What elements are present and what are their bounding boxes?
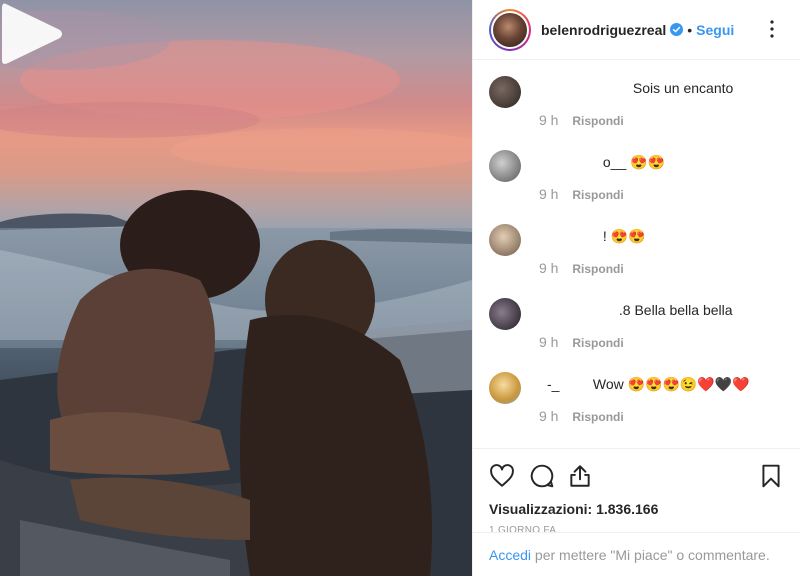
reply-button[interactable]: Rispondi: [572, 114, 623, 128]
profile-avatar[interactable]: [489, 8, 531, 51]
header-separator: •: [687, 21, 693, 38]
comment-avatar[interactable]: [489, 298, 521, 330]
username-link[interactable]: belenrodriguezreal: [541, 22, 666, 38]
comment-meta: 9 h Rispondi: [539, 260, 624, 276]
comment-avatar[interactable]: [489, 76, 521, 108]
login-prompt: Accedi per mettere "Mi piace" o commenta…: [473, 532, 800, 576]
comment-item: -_ Wow 😍😍😍😉❤️🖤❤️ 9 h Rispondi: [473, 370, 800, 444]
comment-meta: 9 h Rispondi: [539, 112, 624, 128]
post-header: belenrodriguezreal • Segui: [473, 0, 800, 60]
more-options-icon[interactable]: [760, 17, 784, 41]
reply-button[interactable]: Rispondi: [572, 188, 623, 202]
comment-item: .8 Bella bella bella 9 h Rispondi: [473, 296, 800, 370]
login-prompt-text: per mettere "Mi piace" o commentare.: [531, 547, 770, 563]
video-frame: [0, 10, 472, 576]
reply-button[interactable]: Rispondi: [572, 410, 623, 424]
avatar-border: [491, 10, 529, 49]
comment-meta: 9 h Rispondi: [539, 408, 624, 424]
comment-meta: 9 h Rispondi: [539, 186, 624, 202]
comment-body: .8 Bella bella bella: [618, 302, 733, 318]
comments-list[interactable]: Sois un encanto 9 h Rispondi o__ 😍😍 9 h …: [473, 60, 800, 448]
comment-time: 9 h: [539, 260, 559, 276]
avatar-photo: [493, 12, 527, 47]
bookmark-icon[interactable]: [758, 463, 784, 489]
comment-time: 9 h: [539, 112, 559, 128]
comment-body: ! 😍😍: [602, 228, 646, 244]
action-icons-row: [489, 459, 784, 491]
comment-time: 9 h: [539, 334, 559, 350]
comment-avatar[interactable]: [489, 224, 521, 256]
comment-avatar[interactable]: [489, 150, 521, 182]
comment-username[interactable]: -_: [529, 376, 589, 392]
follow-button[interactable]: Segui: [696, 22, 734, 38]
login-link[interactable]: Accedi: [489, 547, 531, 563]
comment-time: 9 h: [539, 408, 559, 424]
comment-text-row: ! 😍😍: [529, 228, 779, 245]
comment-body: Wow 😍😍😍😉❤️🖤❤️: [592, 376, 750, 392]
comment-text-row: .8 Bella bella bella: [529, 302, 779, 318]
comment-body: Sois un encanto: [632, 80, 734, 96]
video-player[interactable]: [0, 0, 472, 576]
play-icon[interactable]: [0, 0, 64, 68]
comment-text-row: -_ Wow 😍😍😍😉❤️🖤❤️: [529, 376, 779, 393]
reply-button[interactable]: Rispondi: [572, 336, 623, 350]
comment-time: 9 h: [539, 186, 559, 202]
view-count[interactable]: Visualizzazioni: 1.836.166: [489, 501, 784, 517]
verified-icon: [670, 23, 684, 36]
comment-item: ! 😍😍 9 h Rispondi: [473, 222, 800, 296]
comment-item: o__ 😍😍 9 h Rispondi: [473, 148, 800, 222]
comment-meta: 9 h Rispondi: [539, 334, 624, 350]
instagram-post: belenrodriguezreal • Segui Sois un encan…: [0, 0, 800, 576]
post-sidebar: belenrodriguezreal • Segui Sois un encan…: [472, 0, 800, 576]
reply-button[interactable]: Rispondi: [572, 262, 623, 276]
comment-item: Sois un encanto 9 h Rispondi: [473, 74, 800, 148]
comment-icon[interactable]: [529, 463, 555, 489]
comment-avatar[interactable]: [489, 372, 521, 404]
comment-text-row: o__ 😍😍: [529, 154, 779, 171]
share-icon[interactable]: [567, 463, 593, 489]
comment-text-row: Sois un encanto: [529, 80, 779, 96]
heart-icon[interactable]: [489, 463, 515, 489]
comment-body: o__ 😍😍: [602, 154, 666, 170]
